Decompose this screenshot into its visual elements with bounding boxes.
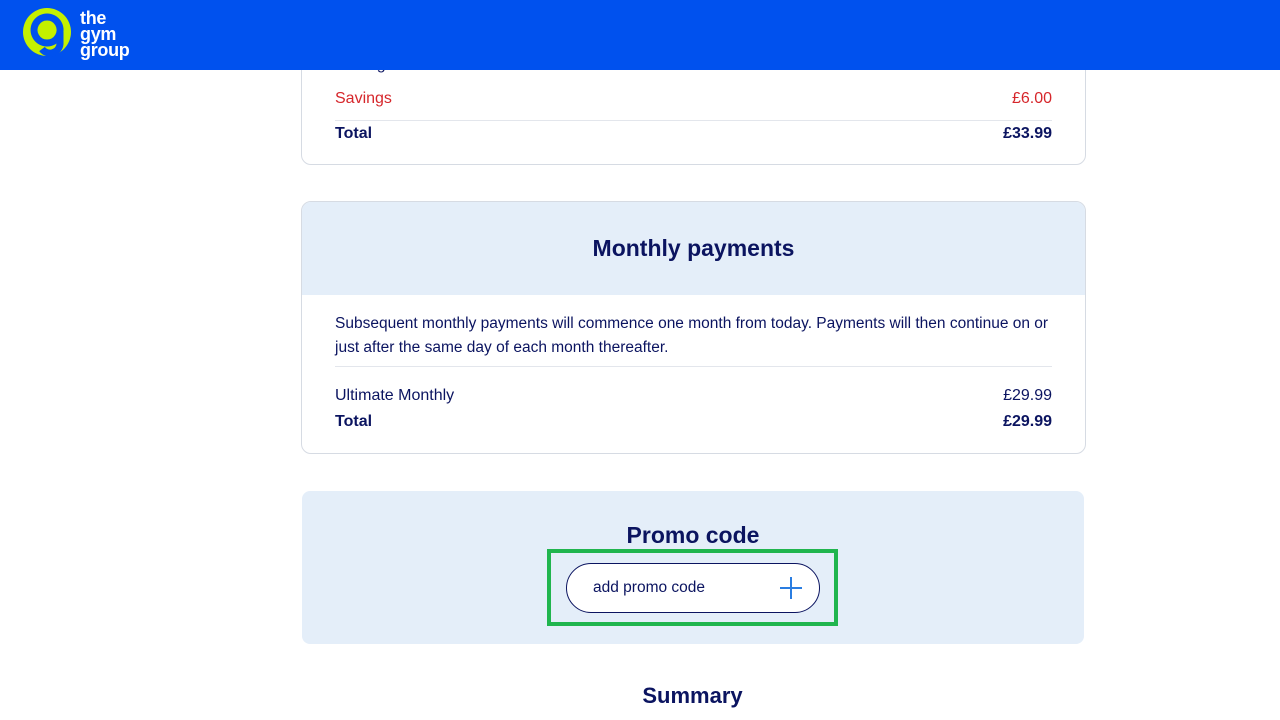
savings-row: Savings £6.00 — [335, 90, 1052, 108]
summary-title: Summary — [642, 683, 743, 708]
add-promo-code-button[interactable]: add promo code — [566, 563, 820, 613]
divider — [335, 120, 1052, 121]
plus-icon — [779, 576, 803, 600]
monthly-payments-title: Monthly payments — [302, 202, 1085, 295]
monthly-payments-description: Subsequent monthly payments will commenc… — [335, 315, 1049, 356]
total-label: Total — [335, 125, 373, 142]
plan-value: £29.99 — [1003, 387, 1052, 404]
first-payment-total-row: Total £33.99 — [335, 125, 1052, 143]
logo-wordmark: the gym group — [80, 9, 130, 60]
gym-group-logo-icon — [23, 8, 71, 57]
monthly-total-value: £29.99 — [1003, 413, 1052, 430]
monthly-payments-card: Monthly payments Subsequent monthly paym… — [301, 201, 1086, 454]
promo-code-section: Promo code add promo code — [302, 491, 1084, 644]
logo-word-group: group — [80, 40, 130, 60]
monthly-total-label: Total — [335, 413, 373, 430]
plan-label: Ultimate Monthly — [335, 387, 455, 404]
plan-row: Ultimate Monthly £29.99 — [335, 387, 1052, 405]
gym-group-logo[interactable]: the gym group — [20, 7, 130, 61]
promo-code-title: Promo code — [626, 522, 760, 548]
divider — [335, 366, 1052, 367]
monthly-total-row: Total £29.99 — [335, 413, 1052, 431]
savings-value: £6.00 — [1011, 90, 1052, 107]
savings-label: Savings — [335, 90, 392, 107]
site-header: the gym group — [0, 0, 1280, 70]
add-promo-code-label: add promo code — [593, 579, 706, 596]
total-value: £33.99 — [1003, 125, 1052, 142]
